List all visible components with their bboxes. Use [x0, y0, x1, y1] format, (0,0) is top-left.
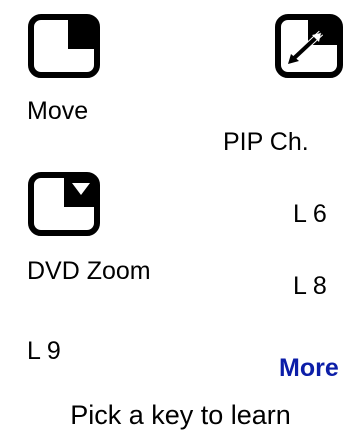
- l8-key[interactable]: L 8: [293, 271, 327, 301]
- dvd-zoom-label[interactable]: DVD Zoom: [27, 256, 151, 286]
- dvd-zoom-icon-key[interactable]: [28, 172, 100, 236]
- move-label[interactable]: Move: [27, 96, 88, 126]
- l9-key[interactable]: L 9: [27, 336, 61, 366]
- pip-resize-key[interactable]: [275, 14, 343, 78]
- l6-key[interactable]: L 6: [293, 199, 327, 229]
- pip-move-key[interactable]: [28, 14, 100, 78]
- status-prompt: Pick a key to learn: [70, 400, 291, 430]
- pip-move-icon: [28, 14, 100, 78]
- pip-resize-icon: [275, 14, 343, 78]
- pip-zoom-icon: [28, 172, 100, 236]
- pip-ch-label[interactable]: PIP Ch.: [223, 127, 309, 157]
- more-button[interactable]: More: [279, 353, 339, 383]
- learn-key-screen: Move PIP Ch. L 6 DVD Zoom L 8 L 9 More P…: [0, 0, 361, 445]
